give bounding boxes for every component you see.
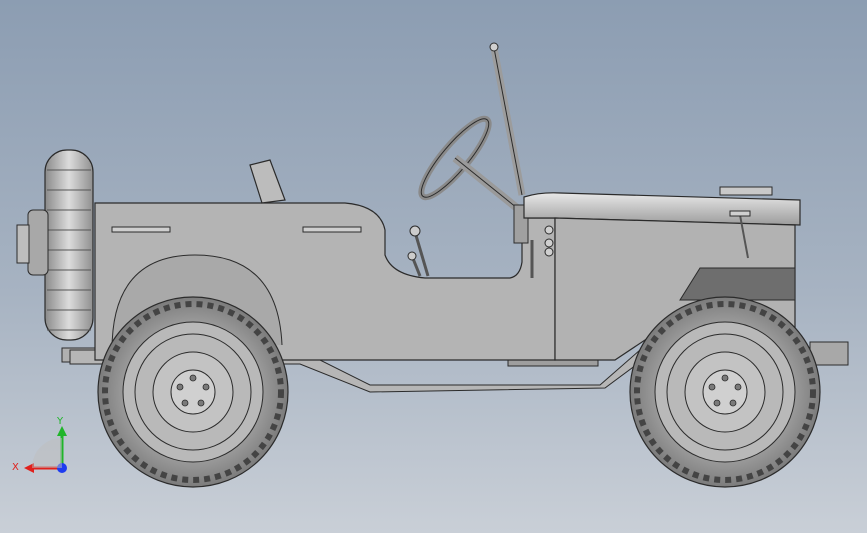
grille-dark-panel	[679, 267, 796, 301]
graphics-viewport[interactable]: Y X	[0, 0, 867, 533]
door-hinges	[544, 225, 554, 257]
spare-tire	[16, 149, 94, 341]
body-handle-left	[111, 226, 171, 233]
x-axis-label: X	[12, 462, 19, 473]
axis-triad: Y X	[12, 416, 67, 473]
y-axis-label: Y	[56, 416, 64, 427]
rear-wheel	[97, 296, 289, 488]
body-handle-right	[302, 226, 362, 233]
front-wheel	[629, 296, 821, 488]
gear-levers	[407, 225, 430, 277]
seat-back	[249, 159, 286, 204]
jeep-model[interactable]	[0, 0, 867, 533]
windshield-frame	[489, 42, 534, 278]
